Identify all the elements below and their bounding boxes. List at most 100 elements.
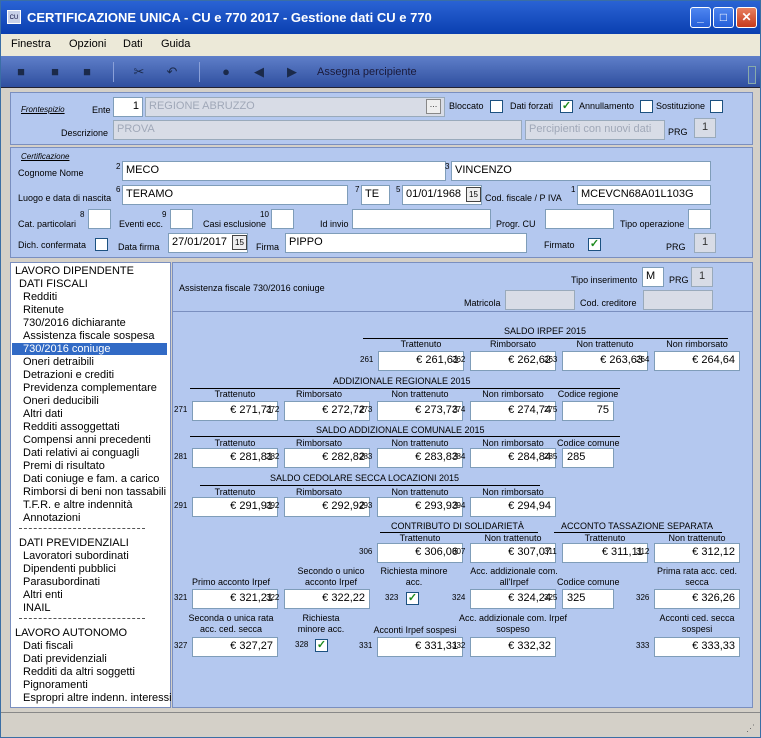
undo-icon[interactable]: ↶ [164,64,180,80]
sidebar-item[interactable]: DATI FISCALI [19,278,88,290]
field-331-input[interactable]: € 331,31 [377,637,463,657]
sidebar-item[interactable]: INAIL [23,602,51,614]
percipienti-nuovi-dati-field[interactable]: Percipienti con nuovi dati [525,120,665,140]
field-294-input[interactable]: € 294,94 [470,497,556,517]
new-document-icon[interactable]: ■ [13,64,29,80]
cut-icon[interactable]: ✂ [131,64,147,80]
tipo-inserimento-input[interactable]: M [642,267,664,287]
field-333-input[interactable]: € 333,33 [654,637,740,657]
resize-grip-icon[interactable]: ⋰ [746,723,758,735]
menu-dati[interactable]: Dati [123,38,143,50]
menu-guida[interactable]: Guida [161,38,190,50]
bloccato-checkbox[interactable] [490,100,503,113]
sidebar-item[interactable]: DATI PREVIDENZIALI [19,537,129,549]
matricola-input[interactable] [505,290,575,310]
sidebar-item[interactable]: Premi di risultato [23,460,105,472]
field-312-input[interactable]: € 312,12 [654,543,740,563]
field-326-input[interactable]: € 326,26 [654,589,740,609]
sidebar-item[interactable]: Espropri altre indenn. interessi [23,692,172,704]
sidebar-item[interactable]: Altri enti [23,589,63,601]
firmato-checkbox[interactable]: ✓ [588,238,601,251]
nome-input[interactable]: VINCENZO [451,161,711,181]
sidebar-item[interactable]: Lavoratori subordinati [23,550,129,562]
sidebar-item[interactable]: Redditi da altri soggetti [23,666,135,678]
firma-input[interactable]: PIPPO [285,233,527,253]
search-icon[interactable]: ● [218,64,234,80]
assegna-percipiente-button[interactable]: Assegna percipiente [317,66,417,78]
id-invio-input[interactable] [352,209,491,229]
ente-name-input[interactable]: REGIONE ABRUZZO [145,97,445,117]
save-icon[interactable]: ■ [79,64,95,80]
calendar-icon[interactable]: 15 [232,235,247,250]
maximize-button[interactable]: □ [713,7,734,28]
sidebar-item[interactable]: Dati coniuge e fam. a carico [23,473,159,485]
field-322-input[interactable]: € 322,22 [284,589,370,609]
field-285-input[interactable]: 285 [562,448,614,468]
field-306-input[interactable]: € 306,06 [377,543,463,563]
field-323-checkbox[interactable]: ✓ [406,592,419,605]
descrizione-input[interactable]: PROVA [113,120,522,140]
field-282-input[interactable]: € 282,82 [284,448,370,468]
sidebar-item[interactable]: 730/2016 coniuge [12,343,167,355]
sidebar-item[interactable]: Rimborsi di beni non tassabili [23,486,166,498]
sidebar-item[interactable]: 730/2016 dichiarante [23,317,126,329]
sidebar-item[interactable]: Dati previdenziali [23,653,107,665]
sidebar-item[interactable]: Dipendenti pubblici [23,563,116,575]
cat-particolari-input[interactable] [88,209,111,229]
field-328-checkbox[interactable]: ✓ [315,639,328,652]
provincia-input[interactable]: TE [361,185,390,205]
field-327-input[interactable]: € 327,27 [192,637,278,657]
copy-document-icon[interactable]: ■ [47,64,63,80]
cognome-input[interactable]: MECO [122,161,446,181]
tipo-operazione-input[interactable] [688,209,711,229]
sidebar-item[interactable]: Assistenza fiscale sospesa [23,330,154,342]
minimize-button[interactable]: _ [690,7,711,28]
casi-esclusione-input[interactable] [271,209,294,229]
menu-finestra[interactable]: Finestra [11,38,51,50]
ente-code-input[interactable]: 1 [113,97,143,117]
luogo-nascita-input[interactable]: TERAMO [122,185,348,205]
field-292-input[interactable]: € 292,92 [284,497,370,517]
sidebar-item[interactable]: Dati fiscali [23,640,73,652]
sidebar-item[interactable]: Altri dati [23,408,63,420]
field-272-input[interactable]: € 272,72 [284,401,370,421]
id-invio-label: Id invio [320,219,349,229]
sidebar-item[interactable]: Dati relativi ai conguagli [23,447,139,459]
progr-cu-input[interactable] [545,209,614,229]
sidebar-item[interactable]: T.F.R. e altre indennità [23,499,132,511]
sidebar-item[interactable]: LAVORO DIPENDENTE [15,265,134,277]
dati-forzati-checkbox[interactable]: ✓ [560,100,573,113]
sidebar-item[interactable]: Redditi [23,291,57,303]
field-273-input[interactable]: € 273,73 [377,401,463,421]
sidebar-item[interactable]: Redditi assoggettati [23,421,120,433]
arrow-left-icon[interactable]: ◀ [251,64,267,80]
toolbar-scroll[interactable] [748,66,756,84]
sidebar-item[interactable]: Pignoramenti [23,679,88,691]
field-283-input[interactable]: € 283,83 [377,448,463,468]
field-325-input[interactable]: 325 [562,589,614,609]
sidebar-item[interactable]: Ritenute [23,304,64,316]
sidebar-item[interactable]: Annotazioni [23,512,81,524]
field-264-input[interactable]: € 264,64 [654,351,740,371]
sidebar-item[interactable]: Previdenza complementare [23,382,157,394]
cod-fiscale-input[interactable]: MCEVCN68A01L103G [577,185,711,205]
field-332-input[interactable]: € 332,32 [470,637,556,657]
sidebar-item[interactable]: Parasubordinati [23,576,100,588]
sidebar-item[interactable]: LAVORO AUTONOMO [15,627,127,639]
arrow-right-icon[interactable]: ▶ [284,64,300,80]
calendar-icon[interactable]: 15 [466,187,481,202]
eventi-input[interactable] [170,209,193,229]
dich-confermata-checkbox[interactable] [95,238,108,251]
sidebar-item[interactable]: Oneri detraibili [23,356,94,368]
field-293-input[interactable]: € 293,93 [377,497,463,517]
field-275-input[interactable]: 75 [562,401,614,421]
cod-creditore-input[interactable] [643,290,713,310]
sidebar-item[interactable]: Compensi anni precedenti [23,434,151,446]
close-button[interactable]: ✕ [736,7,757,28]
ente-lookup-button[interactable]: … [426,99,441,114]
annullamento-checkbox[interactable] [640,100,653,113]
menu-opzioni[interactable]: Opzioni [69,38,106,50]
sidebar-item[interactable]: Detrazioni e crediti [23,369,114,381]
sidebar-item[interactable]: Oneri deducibili [23,395,99,407]
sostituzione-checkbox[interactable] [710,100,723,113]
